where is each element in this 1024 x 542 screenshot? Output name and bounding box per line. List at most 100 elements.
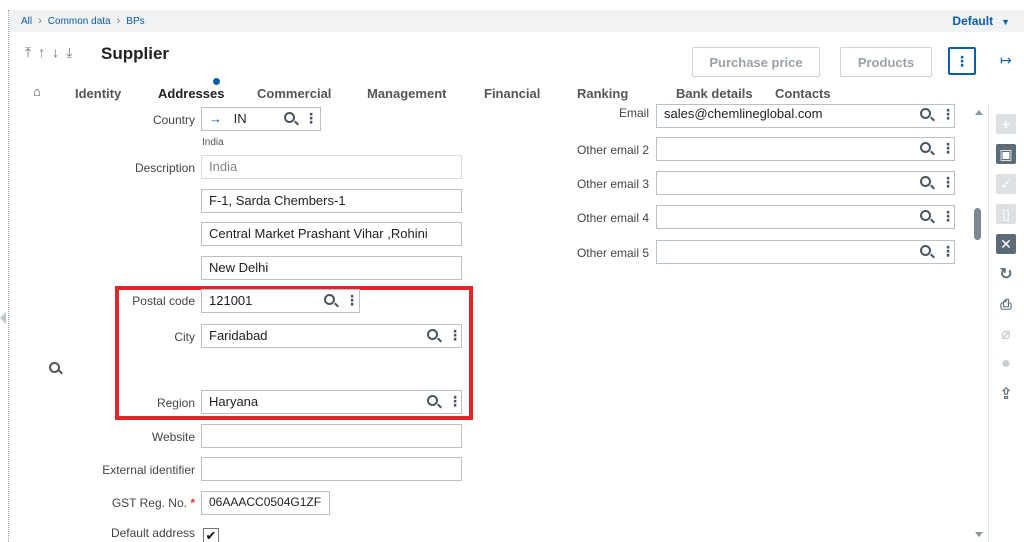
other-email-4-field[interactable]: ⋮ [656, 205, 955, 229]
region-field[interactable]: Haryana ⋮ [201, 390, 462, 414]
breadcrumb-common-data[interactable]: Common data [48, 16, 111, 27]
default-address-checkbox[interactable]: ✔ [203, 528, 219, 542]
default-dropdown[interactable]: Default ▼ [952, 14, 1010, 28]
tab-contacts[interactable]: Contacts [775, 86, 831, 101]
other-email-3-label: Other email 3 [576, 177, 649, 191]
next-record-icon[interactable]: ↓ [52, 44, 59, 61]
city-field[interactable]: Faridabad ⋮ [201, 324, 462, 348]
website-field[interactable] [201, 424, 462, 448]
products-button[interactable]: Products [840, 47, 932, 77]
scroll-down-icon[interactable] [975, 532, 983, 537]
chevron-right-icon: › [116, 15, 121, 27]
collapse-left-icon[interactable] [0, 312, 6, 324]
other-email-5-label: Other email 5 [576, 246, 649, 260]
kebab-menu-icon[interactable]: ⋮ [345, 292, 359, 308]
attachment-icon[interactable]: ⌀ [996, 324, 1016, 344]
address-line-3-field[interactable]: New Delhi [201, 256, 462, 280]
postal-code-field[interactable]: 121001 ⋮ [201, 289, 360, 313]
record-navigation: ⤒ ↑ ↓ ⤓ [25, 44, 72, 61]
action-sidebar: + ▣ ✓ ▯ ✕ ↻ ⎙ ⌀ ● ⇪ [988, 104, 1024, 542]
scroll-up-icon[interactable] [975, 110, 983, 115]
arrow-right-icon: → [209, 111, 222, 126]
postal-code-label: Postal code [132, 294, 195, 308]
kebab-menu-icon[interactable]: ⋮ [448, 327, 461, 343]
exit-icon[interactable]: ↦ [1000, 52, 1012, 69]
refresh-icon[interactable]: ↻ [996, 264, 1016, 284]
gst-reg-label-text: GST Reg. No. [111, 496, 187, 510]
validate-icon[interactable]: ✓ [996, 174, 1016, 194]
kebab-menu-icon[interactable]: ⋮ [941, 208, 954, 224]
page-title: Supplier [101, 44, 170, 63]
chevron-right-icon: › [38, 15, 42, 27]
tab-commercial[interactable]: Commercial [257, 86, 331, 101]
previous-record-icon[interactable]: ↑ [38, 44, 45, 61]
address-form: Country → IN ⋮ India Description India F… [9, 104, 1024, 542]
tab-bar: ⌂ Identity Addresses Commercial Manageme… [9, 78, 1024, 104]
description-field[interactable]: India [201, 155, 462, 179]
country-field[interactable]: → IN ⋮ [201, 107, 321, 131]
more-actions-button[interactable]: ⋮ [948, 47, 976, 75]
breadcrumb-bps[interactable]: BPs [126, 16, 144, 27]
vertical-scrollbar[interactable] [972, 104, 984, 542]
kebab-menu-icon[interactable]: ⋮ [941, 106, 954, 122]
tab-management[interactable]: Management [367, 86, 446, 101]
gst-reg-field[interactable]: 06AAACC0504G1ZF [201, 491, 330, 515]
first-record-icon[interactable]: ⤒ [25, 44, 31, 61]
comment-icon[interactable]: ● [996, 354, 1016, 374]
other-email-5-field[interactable]: ⋮ [656, 240, 955, 264]
email-field[interactable]: sales@chemlineglobal.com ⋮ [656, 104, 955, 128]
kebab-menu-icon[interactable]: ⋮ [304, 110, 318, 126]
home-icon[interactable]: ⌂ [33, 84, 41, 99]
delete-icon[interactable]: ▯ [996, 204, 1016, 224]
other-email-2-label: Other email 2 [576, 143, 649, 157]
export-icon[interactable]: ⇪ [996, 384, 1016, 404]
search-icon[interactable] [920, 210, 931, 221]
external-identifier-field[interactable] [201, 457, 462, 481]
tab-identity[interactable]: Identity [75, 86, 121, 101]
breadcrumb-all[interactable]: All [21, 16, 32, 27]
search-icon[interactable] [284, 112, 295, 123]
close-icon[interactable]: ✕ [996, 234, 1016, 254]
other-email-3-field[interactable]: ⋮ [656, 171, 955, 195]
other-email-2-field[interactable]: ⋮ [656, 137, 955, 161]
city-value: Faridabad [209, 328, 268, 343]
search-icon[interactable] [324, 294, 335, 305]
search-icon[interactable] [427, 395, 438, 406]
purchase-price-button[interactable]: Purchase price [692, 47, 820, 77]
chevron-down-icon: ▼ [1001, 17, 1010, 27]
page-header: ⤒ ↑ ↓ ⤓ Supplier Purchase price Products… [9, 32, 1024, 84]
print-icon[interactable]: ⎙ [996, 294, 1016, 314]
description-label: Description [134, 161, 195, 175]
kebab-menu-icon[interactable]: ⋮ [941, 243, 954, 259]
search-icon[interactable] [920, 142, 931, 153]
breadcrumb-bar: All › Common data › BPs Default ▼ [9, 10, 1024, 32]
zoom-search-icon[interactable] [49, 362, 63, 376]
gst-reg-label: GST Reg. No. * [49, 496, 195, 510]
last-record-icon[interactable]: ⤓ [66, 44, 72, 61]
required-icon: * [190, 496, 195, 510]
address-line-2-field[interactable]: Central Market Prashant Vihar ,Rohini [201, 222, 462, 246]
tab-ranking[interactable]: Ranking [577, 86, 628, 101]
active-tab-indicator [213, 78, 220, 85]
kebab-menu-icon[interactable]: ⋮ [941, 140, 954, 156]
address-line-1-field[interactable]: F-1, Sarda Chembers-1 [201, 189, 462, 213]
region-value: Haryana [209, 394, 259, 409]
tab-financial[interactable]: Financial [484, 86, 540, 101]
kebab-menu-icon[interactable]: ⋮ [941, 174, 954, 190]
add-icon[interactable]: + [996, 114, 1016, 134]
search-icon[interactable] [427, 329, 438, 340]
country-name: India [202, 137, 224, 148]
postal-code-value: 121001 [209, 293, 253, 308]
city-label: City [174, 330, 195, 344]
kebab-menu-icon[interactable]: ⋮ [448, 393, 461, 409]
tab-addresses[interactable]: Addresses [158, 86, 224, 101]
tab-bank-details[interactable]: Bank details [676, 86, 753, 101]
scroll-thumb[interactable] [974, 208, 981, 240]
save-icon[interactable]: ▣ [996, 144, 1016, 164]
country-label: Country [152, 113, 195, 127]
other-email-4-label: Other email 4 [576, 211, 649, 225]
search-icon[interactable] [920, 176, 931, 187]
search-icon[interactable] [920, 108, 931, 119]
search-icon[interactable] [920, 245, 931, 256]
region-label: Region [156, 396, 195, 410]
